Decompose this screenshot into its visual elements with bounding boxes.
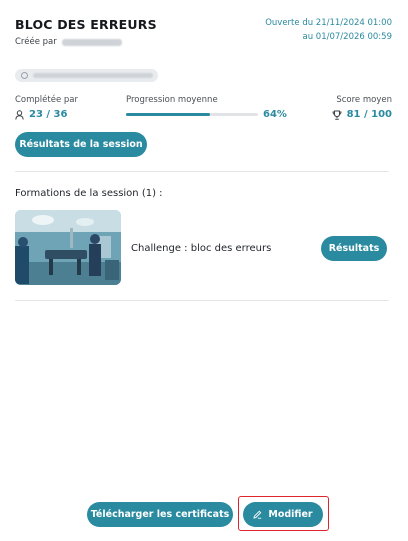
pencil-icon bbox=[253, 510, 262, 519]
created-by: Créée par bbox=[15, 37, 122, 47]
group-icon bbox=[21, 72, 28, 79]
edit-button[interactable]: Modifier bbox=[243, 502, 323, 527]
formation-thumbnail bbox=[15, 210, 121, 285]
operating-room-image bbox=[15, 210, 121, 285]
edit-button-label: Modifier bbox=[268, 509, 313, 520]
user-icon bbox=[15, 109, 24, 120]
opened-to: au 01/07/2026 00:59 bbox=[302, 32, 393, 42]
completed-value: 23 / 36 bbox=[29, 109, 68, 120]
divider bbox=[15, 300, 389, 301]
progress-bar bbox=[126, 113, 258, 116]
progress-bar-fill bbox=[126, 113, 211, 116]
group-tag-redacted bbox=[33, 73, 153, 78]
download-certificates-button[interactable]: Télécharger les certificats bbox=[87, 502, 233, 527]
progress-label: Progression moyenne bbox=[126, 95, 218, 105]
completed-label: Complétée par bbox=[15, 95, 78, 105]
score-stat: 81 / 100 bbox=[332, 109, 392, 120]
created-by-label: Créée par bbox=[15, 37, 57, 47]
score-label: Score moyen bbox=[336, 95, 392, 105]
formations-heading: Formations de la session (1) : bbox=[15, 188, 163, 199]
trophy-icon bbox=[332, 110, 342, 120]
completed-stat: 23 / 36 bbox=[15, 109, 67, 120]
progress-value: 64% bbox=[263, 109, 287, 120]
creator-name-redacted bbox=[61, 38, 122, 46]
formation-name: Challenge : bloc des erreurs bbox=[131, 243, 272, 254]
session-results-button[interactable]: Résultats de la session bbox=[15, 132, 147, 157]
group-tag bbox=[15, 69, 158, 82]
formation-results-button[interactable]: Résultats bbox=[321, 236, 387, 261]
score-value: 81 / 100 bbox=[346, 109, 392, 120]
session-dates: Ouverte du 21/11/2024 01:00 au 01/07/202… bbox=[265, 16, 392, 44]
opened-from: Ouverte du 21/11/2024 01:00 bbox=[265, 18, 392, 28]
divider bbox=[15, 171, 389, 172]
session-title: BLOC DES ERREURS bbox=[15, 17, 157, 32]
